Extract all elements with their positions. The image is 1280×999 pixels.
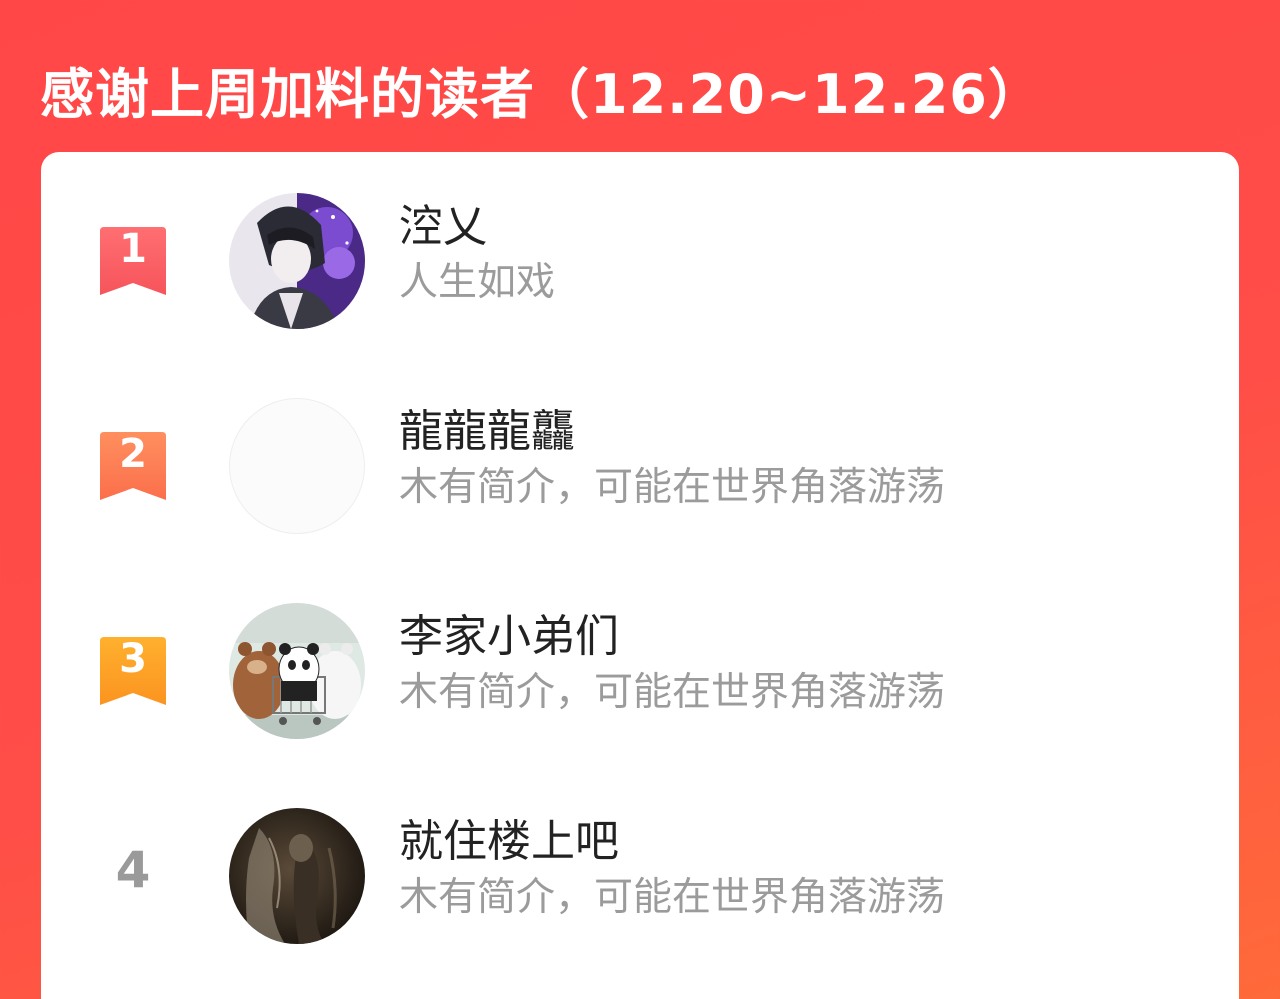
reader-row-1[interactable]: 1 涳乂 人生如戏: [41, 152, 1239, 329]
reader-row-3[interactable]: 3 李家小弟们 木有简介，可能在世界角落游荡: [41, 562, 1239, 739]
reader-description: 木有简介，可能在世界角落游荡: [399, 670, 946, 715]
avatar[interactable]: [229, 808, 365, 944]
rank-1-badge: 1: [98, 225, 168, 297]
rank-number: 3: [119, 636, 147, 682]
rank-number: 1: [119, 226, 147, 272]
rank-number: 2: [119, 431, 147, 477]
bears-avatar-icon: [229, 603, 365, 739]
reader-name[interactable]: 李家小弟们: [399, 609, 619, 665]
reader-description: 人生如戏: [399, 260, 556, 305]
reader-name[interactable]: 就住楼上吧: [399, 814, 619, 870]
reader-row-2[interactable]: 2 龍龍龍龘 木有简介，可能在世界角落游荡: [41, 357, 1239, 534]
reader-list-card: 1 涳乂 人生如戏 2 龍龍龍龘 木有简介，可能在世界角落游荡 3 李家小弟们 …: [41, 152, 1239, 999]
rank-2-badge: 2: [98, 430, 168, 502]
reader-name[interactable]: 龍龍龍龘: [399, 404, 575, 460]
rank-3-badge: 3: [98, 635, 168, 707]
anime-boy-avatar-icon: [229, 193, 365, 329]
reader-description: 木有简介，可能在世界角落游荡: [399, 465, 946, 510]
page-title: 感谢上周加料的读者（12.20~12.26）: [40, 63, 1043, 126]
dark-figure-avatar-icon: [229, 808, 365, 944]
avatar[interactable]: [229, 398, 365, 534]
reader-row-4[interactable]: 4 就住楼上吧 木有简介，可能在世界角落游荡: [41, 767, 1239, 944]
avatar[interactable]: [229, 603, 365, 739]
reader-name[interactable]: 涳乂: [399, 199, 487, 255]
avatar[interactable]: [229, 193, 365, 329]
rank-number: 4: [115, 841, 151, 899]
reader-description: 木有简介，可能在世界角落游荡: [399, 875, 946, 920]
